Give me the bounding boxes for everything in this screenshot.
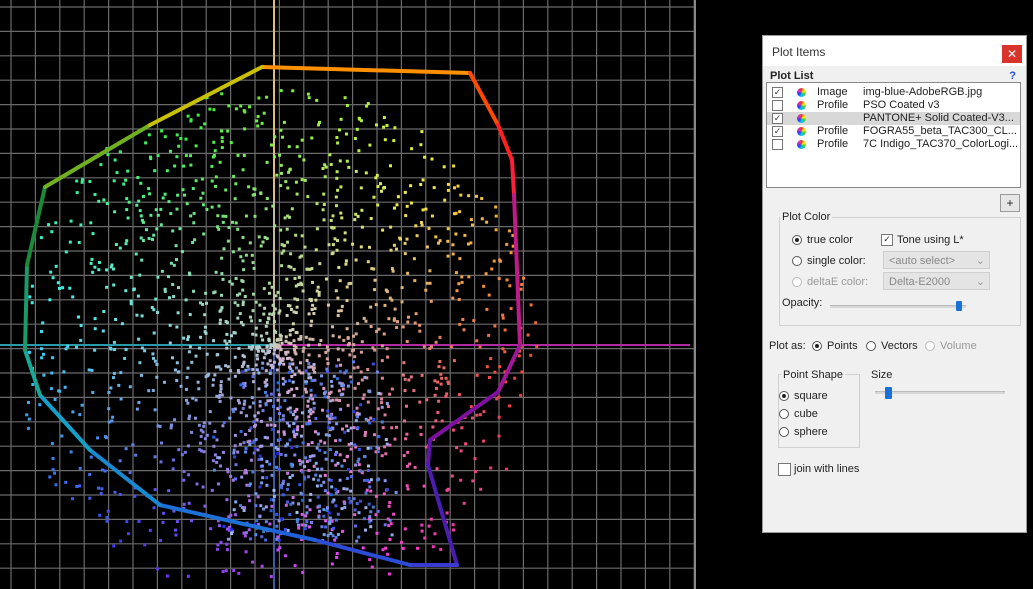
list-item[interactable]: ✓ Profile FOGRA55_beta_TAC300_CL... bbox=[767, 125, 1020, 138]
item-kind: Profile bbox=[817, 125, 849, 137]
deltae-color-radio[interactable] bbox=[792, 277, 802, 287]
color-points bbox=[25, 89, 539, 578]
tone-label: Tone using L* bbox=[897, 234, 964, 246]
plot-list-label: Plot List bbox=[770, 70, 814, 82]
square-label: square bbox=[794, 390, 828, 402]
sphere-radio[interactable] bbox=[779, 427, 789, 437]
item-kind: Profile bbox=[817, 99, 849, 111]
deltae-value: Delta-E2000 bbox=[889, 276, 951, 288]
color-ball-icon bbox=[797, 114, 806, 123]
title-bar: Plot Items ✕ bbox=[763, 36, 1026, 66]
size-slider[interactable] bbox=[875, 391, 1005, 394]
close-button[interactable]: ✕ bbox=[1002, 45, 1022, 63]
window-title: Plot Items bbox=[772, 45, 826, 59]
single-color-label: single color: bbox=[807, 255, 866, 267]
single-color-value: <auto select> bbox=[889, 255, 956, 267]
volume-label: Volume bbox=[940, 340, 977, 352]
true-color-label: true color bbox=[807, 234, 853, 246]
plot-list[interactable]: ✓ Image img-blue-AdobeRGB.jpg Profile PS… bbox=[766, 82, 1021, 188]
join-lines-checkbox[interactable] bbox=[778, 463, 791, 476]
color-ball-icon bbox=[797, 88, 806, 97]
gamut-plot-area[interactable] bbox=[0, 0, 700, 589]
list-item[interactable]: ✓ Image img-blue-AdobeRGB.jpg bbox=[767, 86, 1020, 99]
points-radio[interactable] bbox=[812, 341, 822, 351]
item-checkbox[interactable] bbox=[772, 100, 783, 111]
item-checkbox[interactable]: ✓ bbox=[772, 87, 783, 98]
sphere-label: sphere bbox=[794, 426, 828, 438]
list-item[interactable]: Profile PSO Coated v3 bbox=[767, 99, 1020, 112]
square-radio[interactable] bbox=[779, 391, 789, 401]
single-color-select[interactable]: <auto select> ⌄ bbox=[883, 251, 990, 269]
color-ball-icon bbox=[797, 127, 806, 136]
volume-radio[interactable] bbox=[925, 341, 935, 351]
item-name: img-blue-AdobeRGB.jpg bbox=[863, 86, 983, 98]
point-shape-label: Point Shape bbox=[781, 369, 845, 381]
item-name: PANTONE+ Solid Coated-V3... bbox=[863, 112, 1014, 124]
item-checkbox[interactable] bbox=[772, 139, 783, 150]
help-icon[interactable]: ? bbox=[1009, 70, 1016, 82]
opacity-slider-thumb[interactable] bbox=[956, 301, 963, 311]
chevron-down-icon: ⌄ bbox=[975, 276, 985, 288]
tone-checkbox[interactable]: ✓ bbox=[881, 234, 893, 246]
cube-label: cube bbox=[794, 408, 818, 420]
plot-items-window: Plot Items ✕ Plot List ? ✓ Image img-blu… bbox=[762, 35, 1027, 533]
item-checkbox[interactable]: ✓ bbox=[772, 126, 783, 137]
item-name: 7C Indigo_TAC370_ColorLogi... bbox=[863, 138, 1018, 150]
size-slider-thumb[interactable] bbox=[885, 387, 892, 399]
item-name: FOGRA55_beta_TAC300_CL... bbox=[863, 125, 1017, 137]
points-label: Points bbox=[827, 340, 858, 352]
vectors-radio[interactable] bbox=[866, 341, 876, 351]
plot-color-group: Plot Color true color ✓ Tone using L* si… bbox=[779, 211, 1021, 326]
plot-grid bbox=[0, 0, 696, 589]
single-color-radio[interactable] bbox=[792, 256, 802, 266]
chevron-down-icon: ⌄ bbox=[975, 255, 985, 267]
deltae-select[interactable]: Delta-E2000 ⌄ bbox=[883, 272, 990, 290]
color-ball-icon bbox=[797, 140, 806, 149]
plot-color-label: Plot Color bbox=[780, 211, 833, 223]
deltae-color-label: deltaE color: bbox=[807, 276, 869, 288]
join-lines-label: join with lines bbox=[794, 463, 860, 475]
plot-as-label: Plot as: bbox=[769, 340, 806, 352]
true-color-radio[interactable] bbox=[792, 235, 802, 245]
item-kind: Profile bbox=[817, 138, 849, 150]
vectors-label: Vectors bbox=[881, 340, 918, 352]
opacity-label: Opacity: bbox=[782, 297, 823, 309]
add-item-button[interactable]: + bbox=[1000, 194, 1020, 212]
item-kind: Image bbox=[817, 86, 848, 98]
list-item[interactable]: Profile 7C Indigo_TAC370_ColorLogi... bbox=[767, 138, 1020, 151]
size-label: Size bbox=[871, 369, 893, 381]
list-item[interactable]: ✓ PANTONE+ Solid Coated-V3... bbox=[767, 112, 1020, 125]
item-checkbox[interactable]: ✓ bbox=[772, 113, 783, 124]
item-name: PSO Coated v3 bbox=[863, 99, 940, 111]
point-shape-group: Point Shape square cube sphere bbox=[778, 369, 860, 448]
cube-radio[interactable] bbox=[779, 409, 789, 419]
color-ball-icon bbox=[797, 101, 806, 110]
opacity-slider[interactable] bbox=[830, 305, 966, 308]
